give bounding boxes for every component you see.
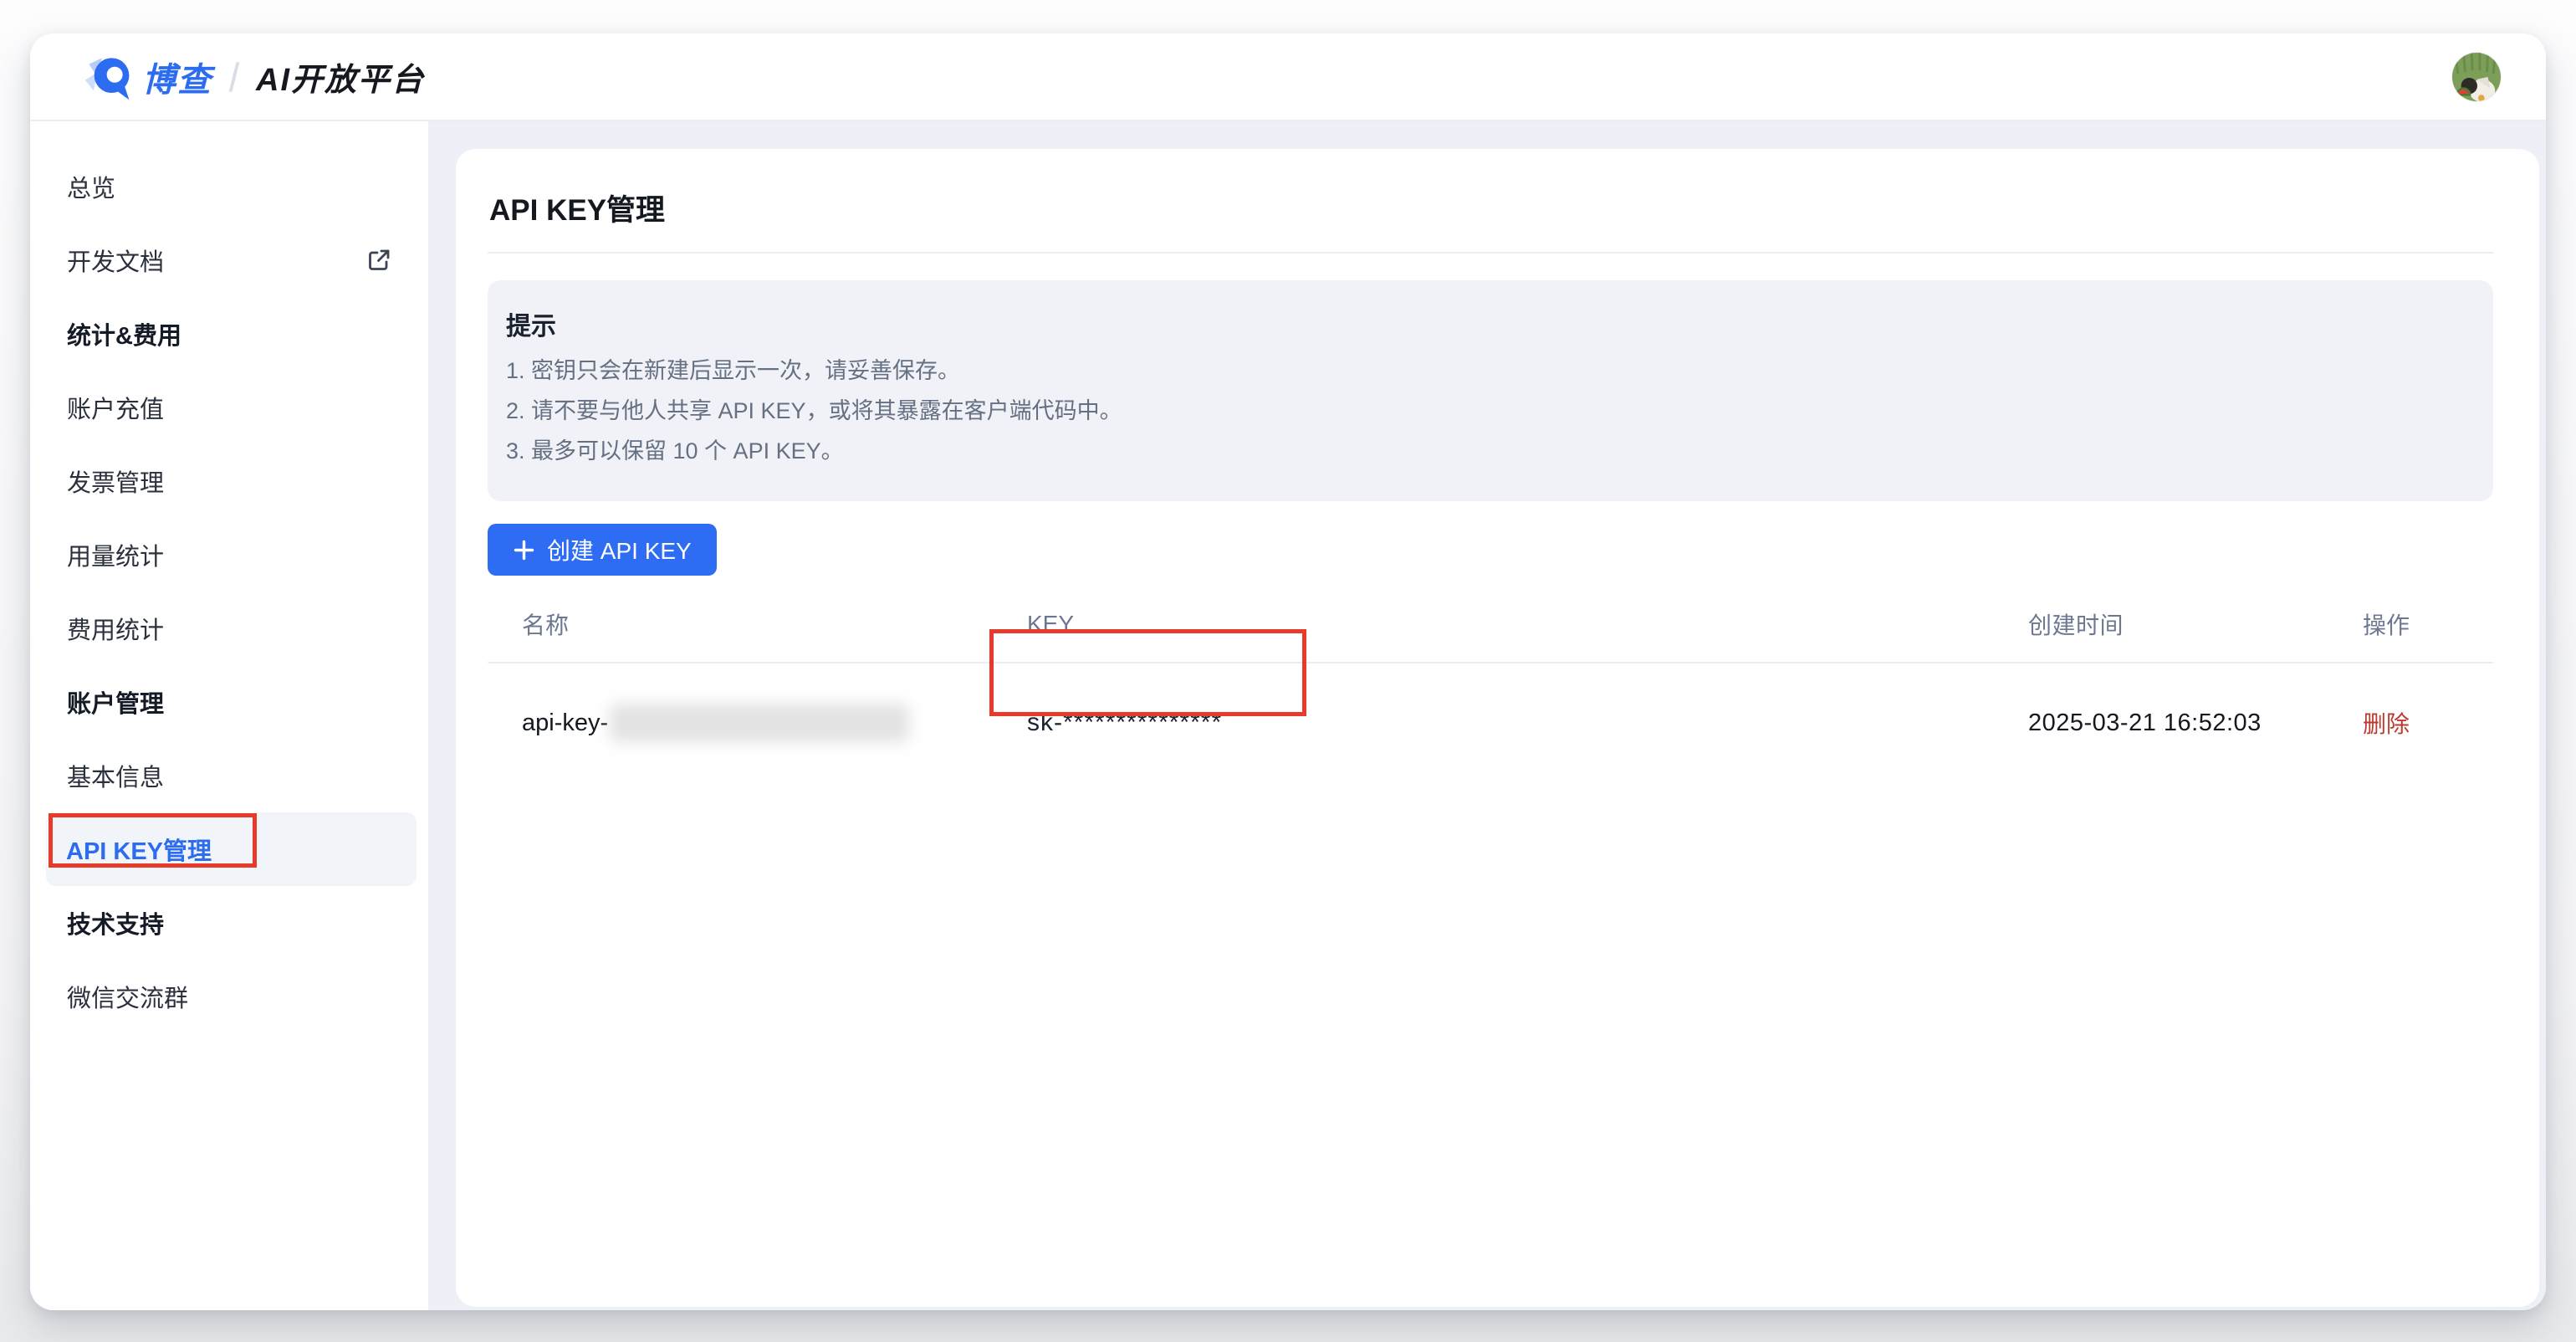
sidebar-section-tech-support: 技术支持 [30, 886, 428, 960]
api-key-value-cell: sk-*************** [1027, 709, 2028, 737]
sidebar-section-stats-billing: 统计&费用 [30, 297, 428, 371]
sidebar-item-label: API KEY管理 [66, 832, 212, 867]
sidebar-item-api-key-management[interactable]: API KEY管理 [46, 812, 417, 886]
page-title: API KEY管理 [488, 187, 2493, 229]
sidebar-item-account-recharge[interactable]: 账户充值 [30, 371, 428, 444]
sidebar-item-label: 总览 [67, 169, 115, 204]
create-api-key-button[interactable]: 创建 API KEY [488, 524, 717, 576]
brand-logo[interactable]: 博查 AI开放平台 [84, 53, 425, 101]
content-area: 总览 开发文档 统计&费用 账户充值 发票管理 用量统计 费用统计 账户管理 基… [30, 121, 2546, 1310]
tip-item-1: 1. 密钥只会在新建后显示一次，请妥善保存。 [506, 351, 2460, 391]
created-time-cell: 2025-03-21 16:52:03 [2028, 709, 2363, 737]
plus-icon [513, 539, 535, 561]
tips-title: 提示 [506, 305, 2460, 342]
create-api-key-label: 创建 API KEY [547, 533, 692, 566]
sidebar-section-label: 技术支持 [67, 905, 164, 940]
delete-link[interactable]: 删除 [2363, 706, 2493, 740]
main-panel: API KEY管理 提示 1. 密钥只会在新建后显示一次，请妥善保存。 2. 请… [456, 149, 2539, 1307]
column-header-key: KEY [1027, 611, 2028, 638]
sidebar-section-label: 统计&费用 [67, 316, 181, 351]
avatar-image [2452, 53, 2501, 101]
tips-box: 提示 1. 密钥只会在新建后显示一次，请妥善保存。 2. 请不要与他人共享 AP… [488, 280, 2493, 501]
sidebar-item-label: 用量统计 [67, 537, 164, 572]
app-window: 博查 AI开放平台 总览 开发文档 [30, 33, 2546, 1310]
sidebar-item-label: 费用统计 [67, 611, 164, 646]
sidebar-section-label: 账户管理 [67, 684, 164, 720]
sidebar-section-account-management: 账户管理 [30, 665, 428, 739]
api-key-name-prefix: api-key- [522, 709, 608, 737]
sidebar-item-dev-docs[interactable]: 开发文档 [30, 223, 428, 297]
sidebar-item-usage-stats[interactable]: 用量统计 [30, 518, 428, 592]
external-link-icon [366, 248, 391, 273]
tip-item-3: 3. 最多可以保留 10 个 API KEY。 [506, 431, 2460, 471]
sidebar-item-label: 开发文档 [67, 243, 164, 278]
bocha-logo-icon [84, 53, 132, 101]
brand-platform-name: AI开放平台 [256, 54, 425, 100]
api-key-name-cell: api-key- [488, 704, 1027, 742]
column-header-name: 名称 [488, 607, 1027, 641]
title-divider [488, 252, 2493, 254]
redacted-name-blur [610, 704, 909, 742]
sidebar-item-basic-info[interactable]: 基本信息 [30, 739, 428, 812]
sidebar: 总览 开发文档 统计&费用 账户充值 发票管理 用量统计 费用统计 账户管理 基… [30, 121, 428, 1310]
column-header-action: 操作 [2363, 607, 2493, 641]
api-key-table: 名称 KEY 创建时间 操作 api-key- sk-*************… [488, 586, 2493, 782]
user-avatar[interactable] [2452, 53, 2501, 101]
top-header: 博查 AI开放平台 [30, 33, 2546, 121]
table-row: api-key- sk-*************** 2025-03-21 1… [488, 663, 2493, 782]
sidebar-item-label: 基本信息 [67, 758, 164, 793]
table-header-row: 名称 KEY 创建时间 操作 [488, 586, 2493, 663]
column-header-created: 创建时间 [2028, 607, 2363, 641]
sidebar-item-cost-stats[interactable]: 费用统计 [30, 592, 428, 665]
brand-name: 博查 [142, 53, 212, 101]
sidebar-item-overview[interactable]: 总览 [30, 150, 428, 223]
tip-item-2: 2. 请不要与他人共享 API KEY，或将其暴露在客户端代码中。 [506, 391, 2460, 431]
sidebar-item-label: 发票管理 [67, 464, 164, 499]
sidebar-item-label: 账户充值 [67, 390, 164, 425]
sidebar-item-wechat-group[interactable]: 微信交流群 [30, 960, 428, 1033]
sidebar-item-invoice-management[interactable]: 发票管理 [30, 444, 428, 518]
brand-divider [229, 62, 240, 92]
sidebar-item-label: 微信交流群 [67, 979, 188, 1014]
